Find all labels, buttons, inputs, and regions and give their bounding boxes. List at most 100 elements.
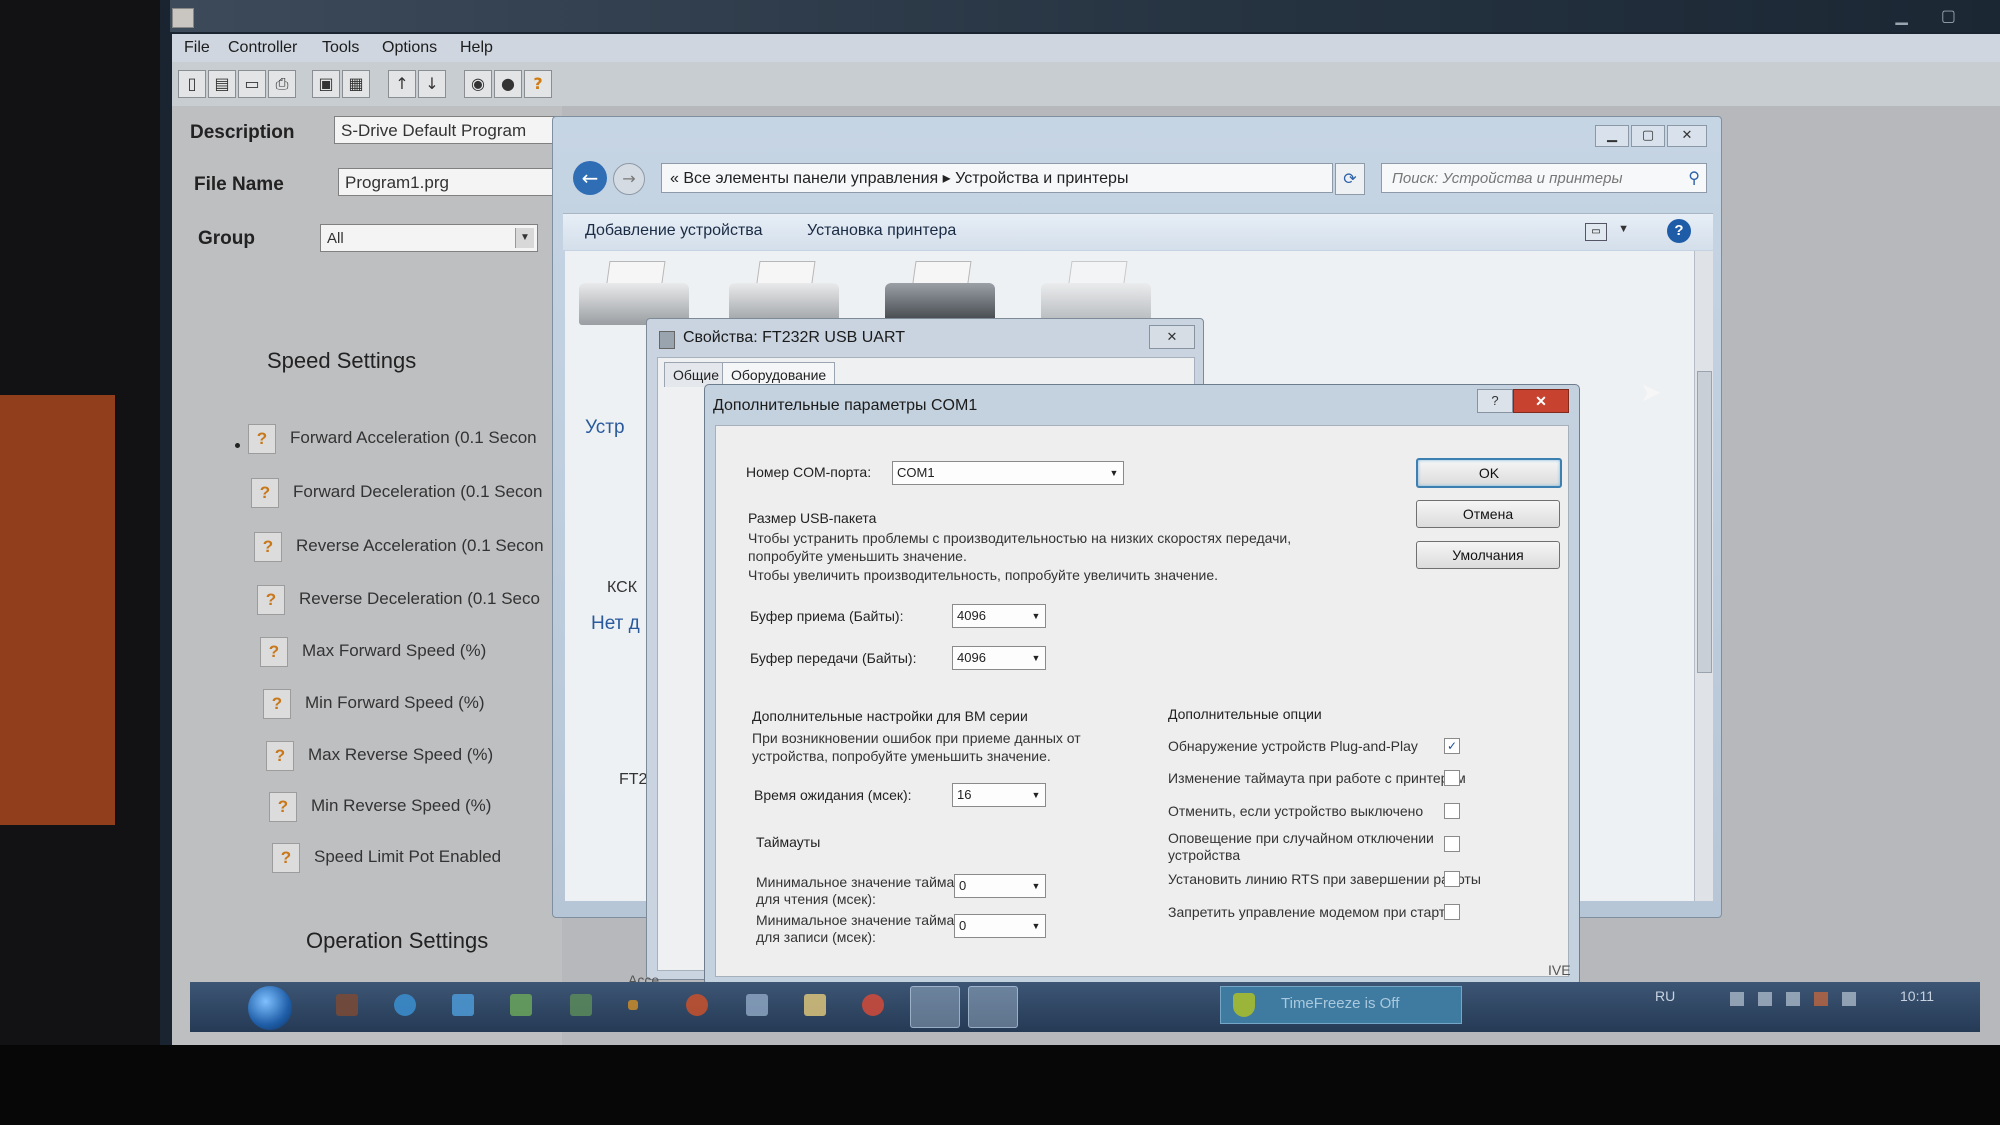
menu-tools[interactable]: Tools — [322, 39, 359, 57]
taskbar-active-app[interactable] — [968, 986, 1018, 1028]
ok-button[interactable]: OK — [1416, 458, 1562, 488]
add-device-button[interactable]: Добавление устройства — [585, 222, 763, 240]
help-question-icon[interactable]: ? — [272, 843, 300, 873]
group-select[interactable]: All ▼ — [320, 224, 538, 252]
help-question-icon[interactable]: ? — [266, 741, 294, 771]
tx-buffer-label: Буфер передачи (Байты): — [750, 650, 917, 666]
breadcrumb-control-panel[interactable]: Все элементы панели управления — [683, 170, 938, 187]
scrollbar[interactable] — [1694, 251, 1713, 901]
chrome-icon[interactable] — [862, 994, 884, 1016]
group-header-unspecified[interactable]: Нет д — [591, 613, 640, 635]
save-icon[interactable]: ▣ — [312, 70, 340, 98]
open-icon[interactable]: ▤ — [208, 70, 236, 98]
app-icon[interactable] — [570, 994, 592, 1016]
option-checkbox[interactable]: ✓ — [1444, 738, 1460, 754]
help-question-icon[interactable]: ? — [254, 532, 282, 562]
option-checkbox[interactable] — [1444, 770, 1460, 786]
help-question-icon[interactable]: ? — [260, 637, 288, 667]
controller-icon[interactable]: ◉ — [464, 70, 492, 98]
add-printer-button[interactable]: Установка принтера — [807, 222, 956, 240]
menu-help[interactable]: Help — [460, 39, 493, 57]
app-icon[interactable] — [452, 994, 474, 1016]
chevron-down-icon[interactable]: ▼ — [1029, 786, 1043, 804]
app-icon[interactable] — [746, 994, 768, 1016]
chevron-down-icon[interactable]: ▼ — [1029, 877, 1043, 895]
chevron-down-icon[interactable]: ▼ — [515, 228, 534, 248]
timefreeze-toolbar[interactable]: TimeFreeze is Off — [1220, 986, 1462, 1024]
com-port-select[interactable]: COM1 ▼ — [892, 461, 1124, 485]
search-input[interactable]: Поиск: Устройства и принтеры ⚲ — [1381, 163, 1707, 193]
search-icon[interactable]: ⚲ — [1688, 164, 1700, 194]
lock-icon[interactable]: ● — [494, 70, 522, 98]
refresh-icon[interactable]: ⟳ — [1335, 163, 1365, 195]
menu-controller[interactable]: Controller — [228, 39, 297, 57]
help-question-icon[interactable]: ? — [263, 689, 291, 719]
help-question-icon[interactable]: ? — [248, 424, 276, 454]
upload-icon[interactable]: ↑ — [388, 70, 416, 98]
view-options-icon[interactable]: ▭ — [1585, 223, 1607, 241]
forward-arrow-icon[interactable]: → — [613, 163, 645, 195]
chevron-down-icon[interactable]: ▼ — [1107, 464, 1121, 482]
browser-icon[interactable] — [394, 994, 416, 1016]
new-icon[interactable]: ▯ — [178, 70, 206, 98]
clock[interactable]: 10:11 — [1900, 988, 1934, 1004]
option-checkbox[interactable] — [1444, 871, 1460, 887]
group-header-devices[interactable]: Устр — [585, 417, 625, 439]
help-button[interactable]: ? — [1477, 389, 1513, 413]
app-icon[interactable] — [336, 994, 358, 1016]
cancel-button[interactable]: Отмена — [1416, 500, 1560, 528]
app-icon[interactable] — [686, 994, 708, 1016]
help-question-icon[interactable]: ? — [269, 792, 297, 822]
taskbar-active-app[interactable] — [910, 986, 960, 1028]
tray-icon[interactable] — [1786, 992, 1800, 1006]
back-arrow-icon[interactable]: ← — [573, 161, 607, 195]
rx-buffer-label: Буфер приема (Байты): — [750, 608, 904, 624]
language-indicator[interactable]: RU — [1655, 988, 1675, 1004]
defaults-button[interactable]: Умолчания — [1416, 541, 1560, 569]
save-as-icon[interactable]: ▦ — [342, 70, 370, 98]
chevron-down-icon[interactable]: ▼ — [1618, 223, 1629, 235]
maximize-button[interactable]: ▢ — [1631, 125, 1665, 147]
network-icon[interactable] — [1730, 992, 1744, 1006]
help-question-icon[interactable]: ? — [257, 585, 285, 615]
setting-label: Min Forward Speed (%) — [305, 693, 485, 712]
option-checkbox[interactable] — [1444, 836, 1460, 852]
app-window-controls[interactable]: ▁ ▢ — [1895, 6, 1970, 25]
help-question-icon[interactable]: ? — [251, 478, 279, 508]
rx-buffer-select[interactable]: 4096 ▼ — [952, 604, 1046, 628]
filename-input[interactable]: Program1.prg — [338, 168, 562, 196]
folder-icon[interactable] — [804, 994, 826, 1016]
option-checkbox[interactable] — [1444, 803, 1460, 819]
chevron-down-icon[interactable]: ▼ — [1029, 917, 1043, 935]
app-icon[interactable] — [510, 994, 532, 1016]
option-checkbox[interactable] — [1444, 904, 1460, 920]
read-timeout-select[interactable]: 0 ▼ — [954, 874, 1046, 898]
flag-icon[interactable] — [1842, 992, 1856, 1006]
breadcrumb-devices[interactable]: Устройства и принтеры — [955, 170, 1128, 187]
close-button[interactable]: ✕ — [1513, 389, 1569, 413]
latency-select[interactable]: 16 ▼ — [952, 783, 1046, 807]
menu-file[interactable]: File — [184, 39, 210, 57]
help-icon[interactable]: ? — [524, 70, 552, 98]
scrollbar-thumb[interactable] — [1697, 371, 1712, 673]
app-icon[interactable] — [628, 1000, 638, 1010]
menu-options[interactable]: Options — [382, 39, 437, 57]
help-icon[interactable]: ? — [1667, 219, 1691, 243]
start-button[interactable] — [248, 986, 292, 1030]
write-timeout-select[interactable]: 0 ▼ — [954, 914, 1046, 938]
description-input[interactable]: S-Drive Default Program — [334, 116, 562, 144]
minimize-button[interactable]: ▁ — [1595, 125, 1629, 147]
print-icon[interactable]: ⎙ — [268, 70, 296, 98]
download-icon[interactable]: ↓ — [418, 70, 446, 98]
tx-buffer-select[interactable]: 4096 ▼ — [952, 646, 1046, 670]
navigation-bar: ← → « Все элементы панели управления ▸ У… — [563, 161, 1713, 201]
address-bar[interactable]: « Все элементы панели управления ▸ Устро… — [661, 163, 1333, 193]
print-setup-icon[interactable]: ▭ — [238, 70, 266, 98]
close-button[interactable]: ✕ — [1667, 125, 1707, 147]
chevron-down-icon[interactable]: ▼ — [1029, 649, 1043, 667]
volume-icon[interactable] — [1758, 992, 1772, 1006]
chevron-down-icon[interactable]: ▼ — [1029, 607, 1043, 625]
close-button[interactable]: ✕ — [1149, 325, 1195, 349]
speed-settings-title: Speed Settings — [267, 348, 417, 373]
tray-icon[interactable] — [1814, 992, 1828, 1006]
